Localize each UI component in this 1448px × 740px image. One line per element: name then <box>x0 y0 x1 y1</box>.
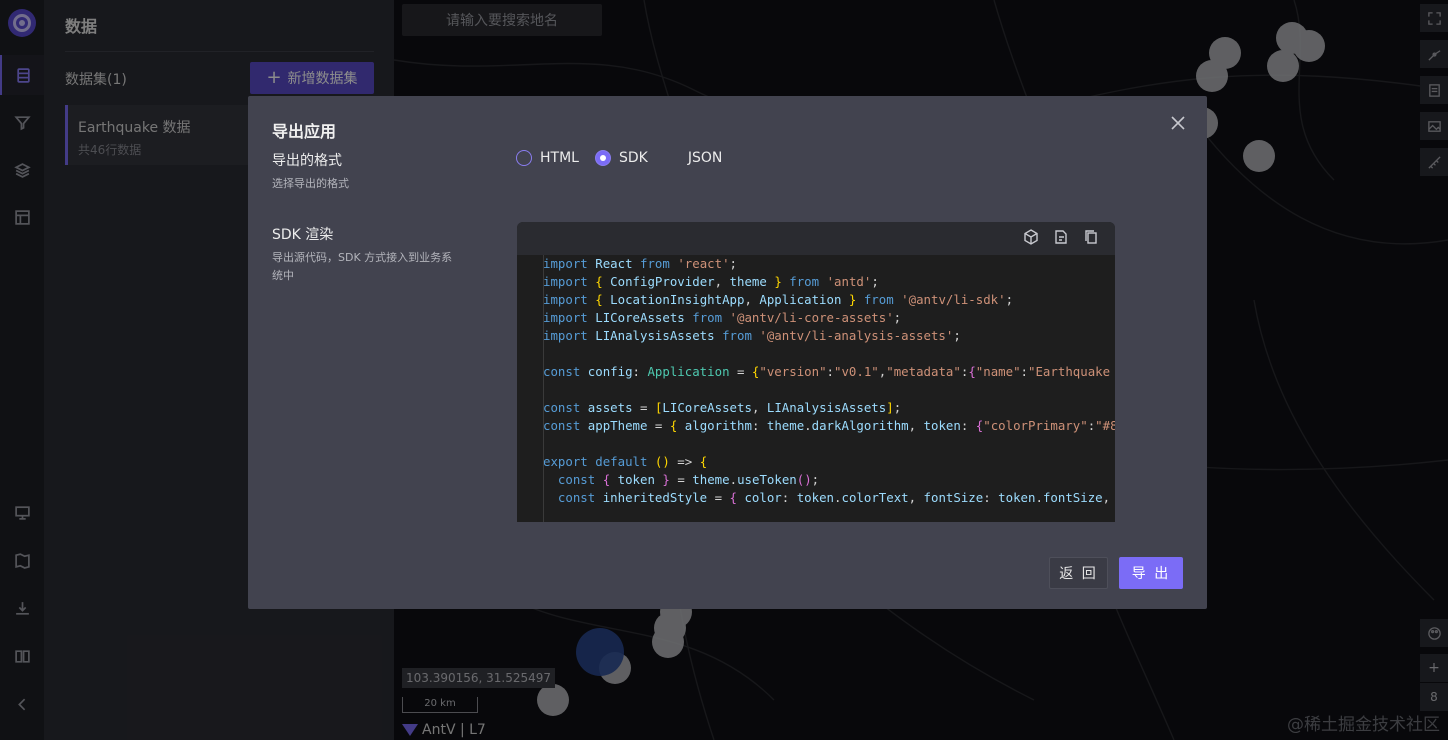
format-radio-group: HTML SDK JSON <box>516 150 738 166</box>
code-block[interactable]: import React from 'react'; import { Conf… <box>517 222 1115 522</box>
code-content: import React from 'react'; import { Conf… <box>543 256 1115 505</box>
format-hint: 选择导出的格式 <box>272 177 349 190</box>
format-label: 导出的格式 <box>272 153 342 169</box>
radio-sdk-label: SDK <box>618 150 648 166</box>
app-root: 数据 数据集(1) + 新增数据集 Earthquake 数据 共46行数据 请… <box>0 0 1448 740</box>
back-button[interactable]: 返 回 <box>1049 557 1108 589</box>
radio-html-label: HTML <box>540 150 579 166</box>
modal-title: 导出应用 <box>272 122 337 141</box>
code-toolbar <box>517 222 1115 255</box>
radio-html[interactable]: HTML <box>516 150 579 166</box>
codepen-icon[interactable] <box>1053 229 1069 249</box>
sdk-hint: 导出源代码，SDK 方式接入到业务系统中 <box>272 251 453 282</box>
radio-sdk[interactable]: SDK <box>594 150 648 166</box>
radio-json[interactable]: JSON <box>688 150 723 166</box>
code-gutter <box>543 255 544 522</box>
export-modal: 导出应用 导出的格式 选择导出的格式 HTML SDK JSON SDK 渲染 … <box>248 96 1207 609</box>
sdk-label: SDK 渲染 <box>272 227 334 243</box>
format-row-label: 导出的格式 选择导出的格式 <box>272 150 462 193</box>
close-icon[interactable] <box>1169 114 1187 132</box>
copy-icon[interactable] <box>1083 229 1099 249</box>
export-button[interactable]: 导 出 <box>1119 557 1183 589</box>
radio-json-label: JSON <box>687 150 723 166</box>
sdk-row-label: SDK 渲染 导出源代码，SDK 方式接入到业务系统中 <box>272 224 462 285</box>
radio-dot[interactable] <box>516 150 532 166</box>
radio-dot[interactable] <box>594 150 611 166</box>
codesandbox-icon[interactable] <box>1023 228 1039 249</box>
